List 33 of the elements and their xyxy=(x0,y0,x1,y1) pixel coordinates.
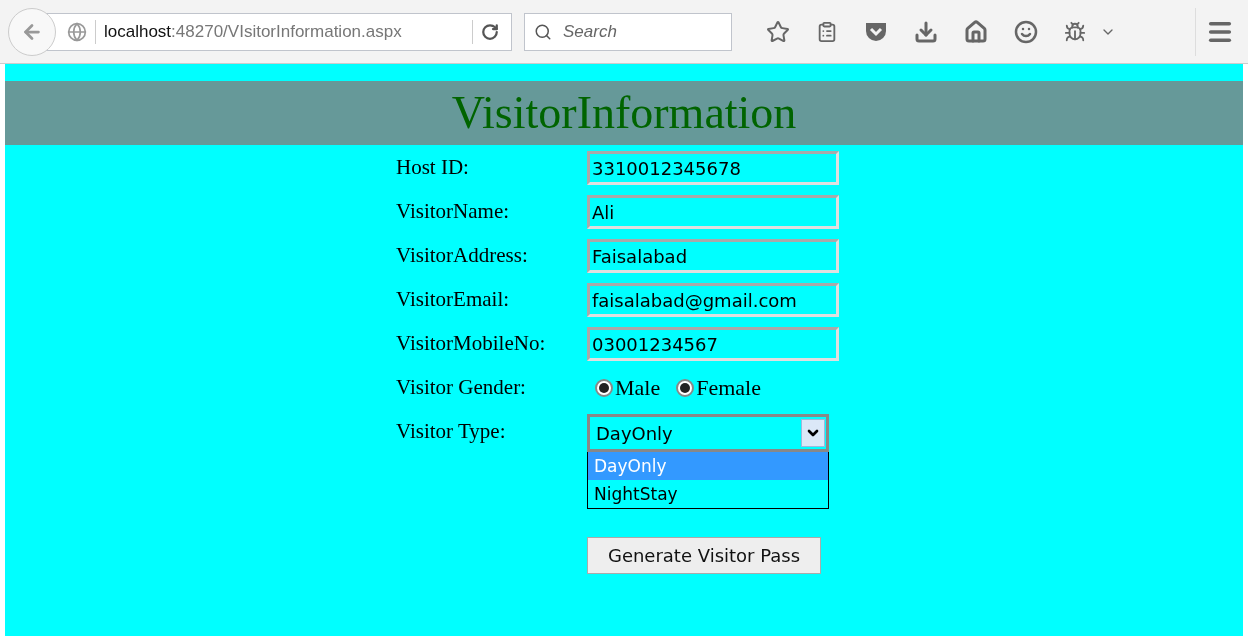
text-field[interactable]: 3310012345678 xyxy=(587,151,839,185)
field-label: VisitorMobileNo: xyxy=(396,330,547,358)
page-title: VisitorInformation xyxy=(451,90,797,136)
download-icon[interactable] xyxy=(914,19,938,44)
search-icon xyxy=(534,22,552,41)
globe-icon xyxy=(67,21,87,42)
smiley-icon[interactable] xyxy=(1014,19,1038,44)
url-text: localhost:48270/VIsitorInformation.aspx xyxy=(104,20,402,43)
radio-button[interactable] xyxy=(676,378,695,397)
field-label: Visitor Type: xyxy=(396,418,507,445)
reload-icon[interactable] xyxy=(481,22,499,41)
text-field[interactable]: Faisalabad xyxy=(587,239,839,273)
text-field[interactable]: Ali xyxy=(587,195,839,229)
generate-pass-button[interactable]: Generate Visitor Pass xyxy=(587,537,821,574)
search-field[interactable]: Search xyxy=(524,12,732,51)
clipboard-icon[interactable] xyxy=(816,20,838,43)
text-field[interactable]: 03001234567 xyxy=(587,327,839,361)
back-button[interactable] xyxy=(8,7,56,56)
radio-button[interactable] xyxy=(595,378,613,397)
dropdown-option[interactable]: NightStay xyxy=(588,480,828,508)
radio-label: Female xyxy=(696,374,761,402)
bug-icon[interactable] xyxy=(1064,20,1086,43)
home-icon[interactable] xyxy=(964,19,988,44)
field-label: VisitorAddress: xyxy=(396,242,529,270)
field-label: VisitorName: xyxy=(396,198,511,226)
radio-label: Male xyxy=(615,374,661,402)
field-label: Host ID: xyxy=(396,154,470,182)
pocket-icon[interactable] xyxy=(864,20,888,43)
text-field[interactable]: faisalabad@gmail.com xyxy=(587,283,839,317)
field-label: Visitor Gender: xyxy=(396,373,527,401)
bookmark-star-icon[interactable] xyxy=(766,19,790,44)
field-label: VisitorEmail: xyxy=(396,286,511,314)
dropdown[interactable]: DayOnly xyxy=(587,414,829,452)
